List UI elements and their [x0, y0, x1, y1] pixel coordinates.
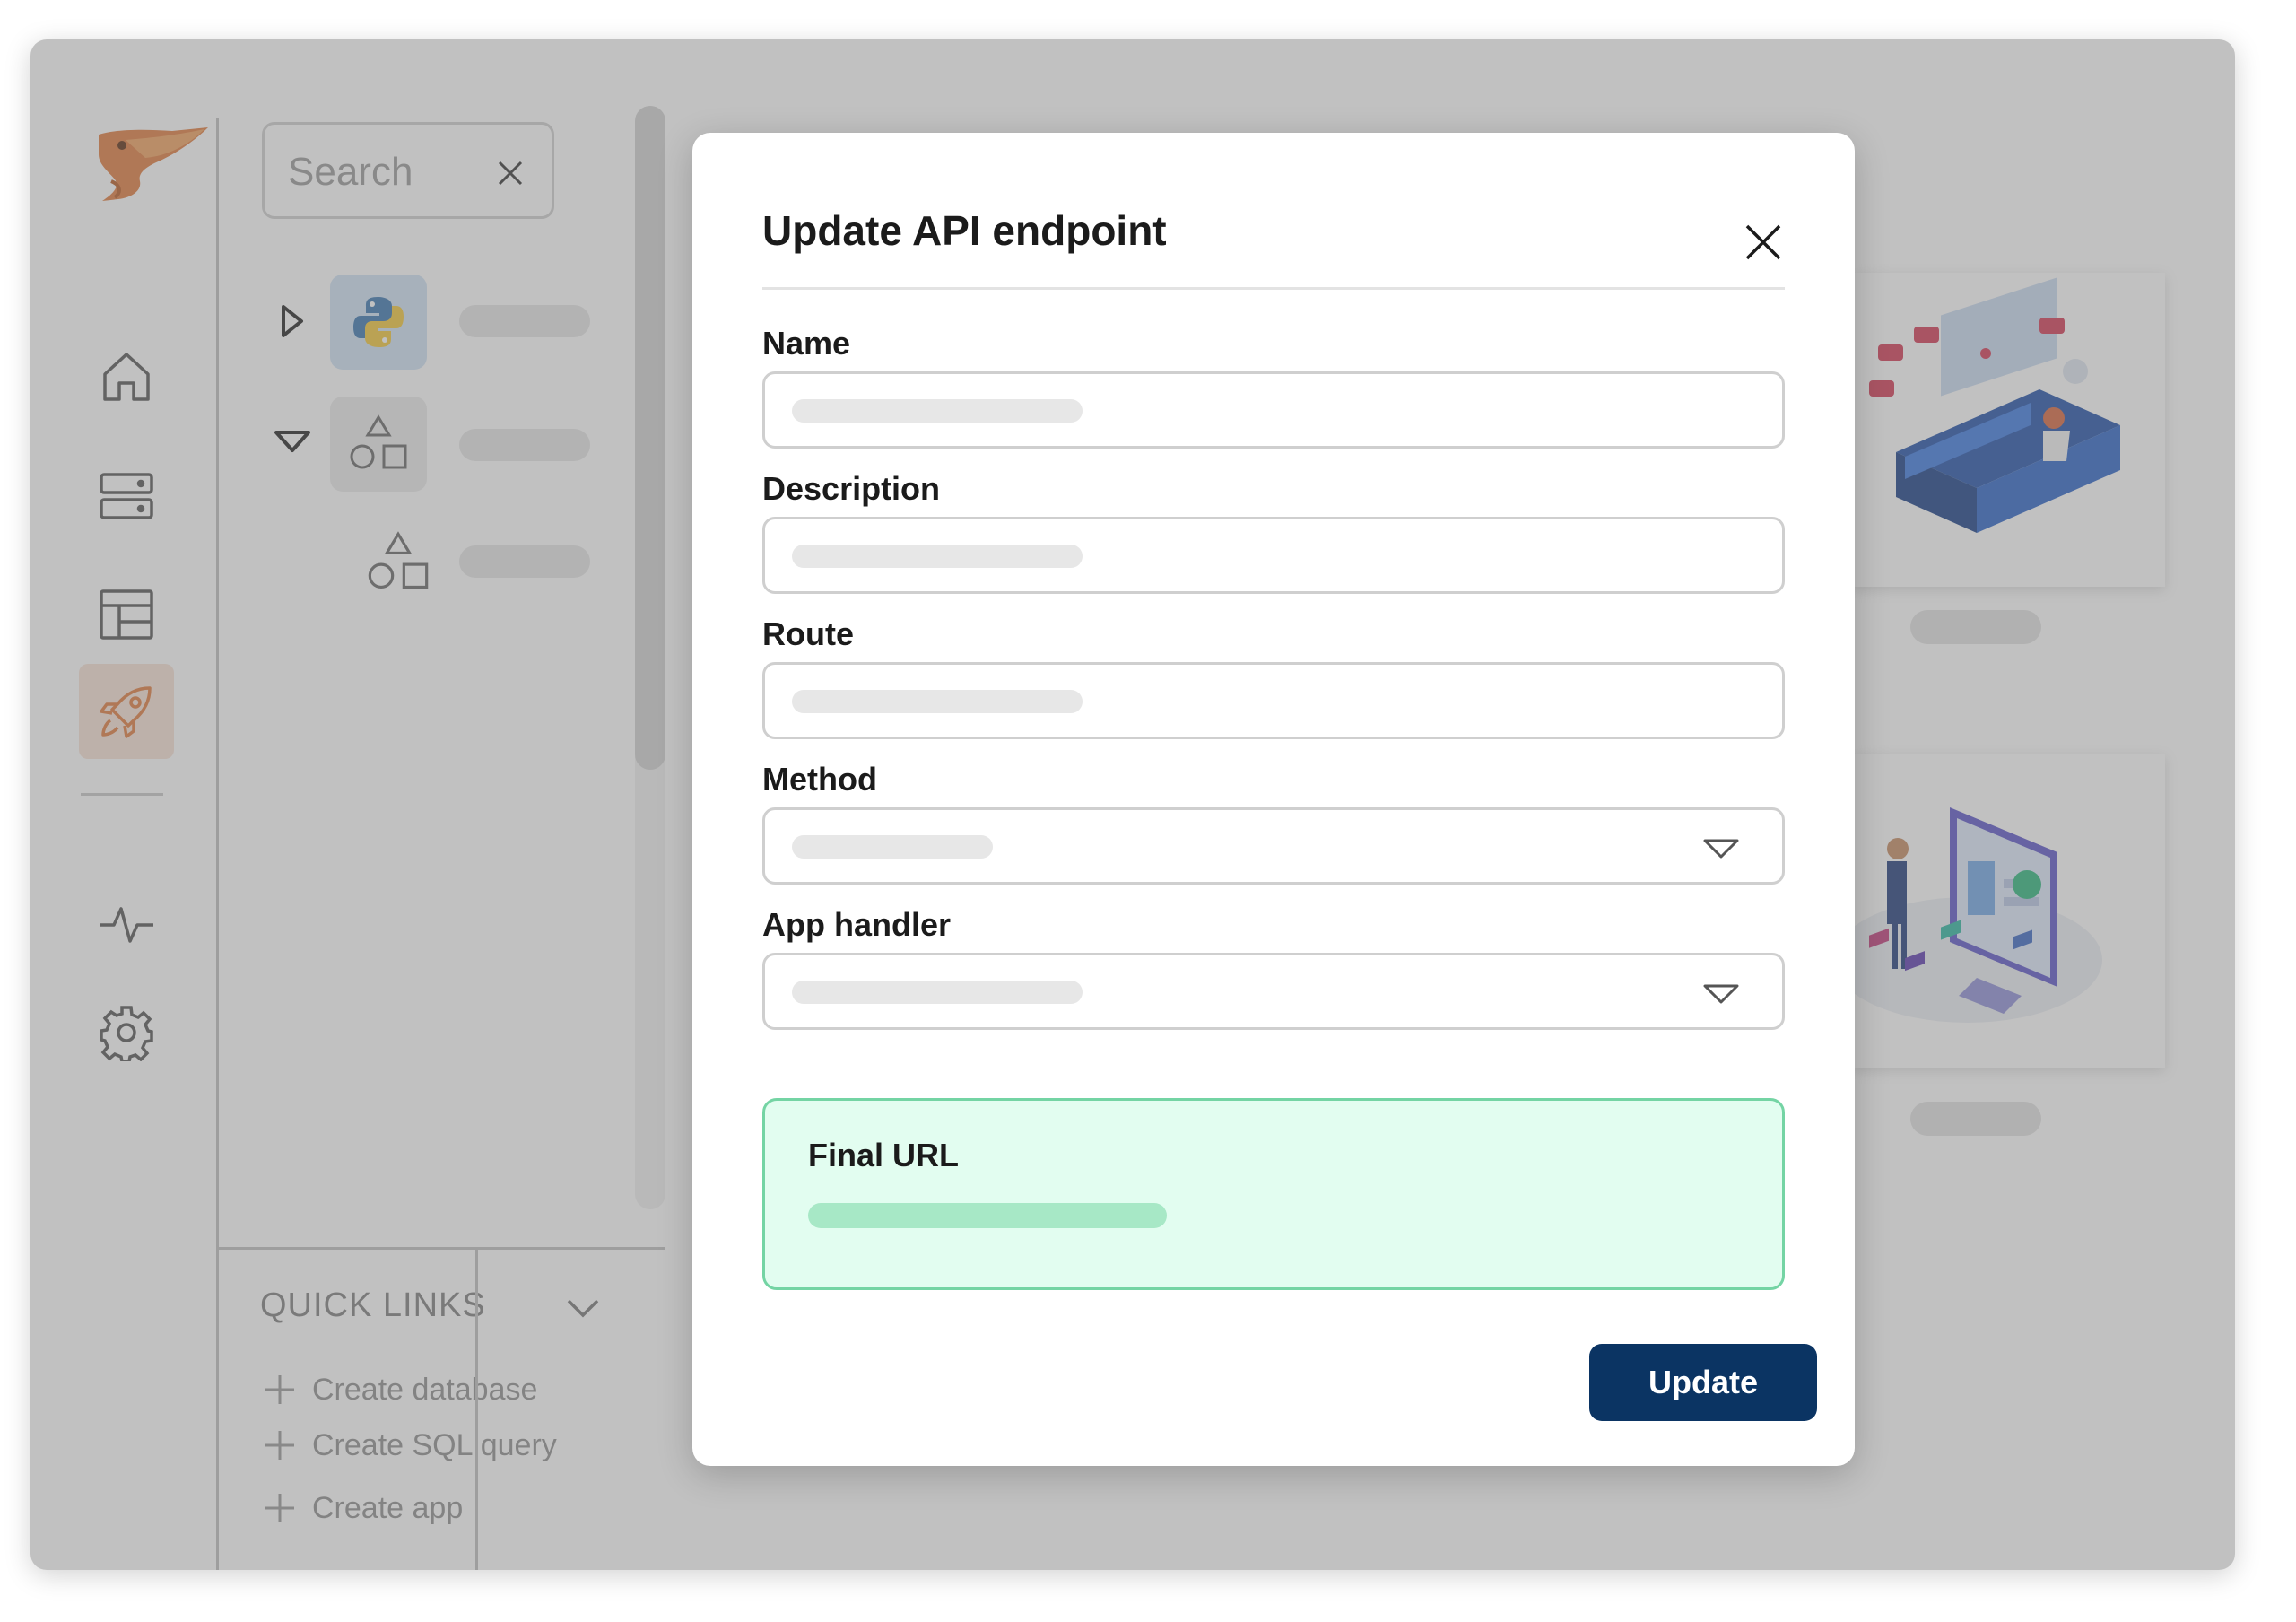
method-label: Method — [762, 761, 877, 798]
name-input[interactable] — [762, 371, 1785, 449]
name-value-placeholder — [792, 399, 1083, 423]
update-button[interactable]: Update — [1589, 1344, 1817, 1421]
route-value-placeholder — [792, 690, 1083, 713]
dropdown-caret-icon — [1703, 839, 1739, 859]
dropdown-caret-icon — [1703, 984, 1739, 1004]
app-handler-select[interactable] — [762, 953, 1785, 1030]
description-value-placeholder — [792, 545, 1083, 568]
route-input[interactable] — [762, 662, 1785, 739]
app-window: QUICK LINKS Create database Create SQL q… — [30, 39, 2235, 1570]
final-url-value-placeholder — [808, 1203, 1167, 1228]
description-label: Description — [762, 470, 941, 507]
dialog-title: Update API endpoint — [762, 207, 1167, 254]
name-label: Name — [762, 325, 851, 362]
route-label: Route — [762, 615, 854, 652]
app-handler-label: App handler — [762, 906, 952, 943]
close-icon[interactable] — [1742, 221, 1785, 264]
method-select[interactable] — [762, 807, 1785, 885]
dialog-divider — [762, 287, 1785, 290]
update-endpoint-dialog: Update API endpoint Name Description Rou… — [692, 133, 1855, 1466]
description-input[interactable] — [762, 517, 1785, 594]
final-url-panel: Final URL — [762, 1098, 1785, 1290]
final-url-label: Final URL — [808, 1137, 959, 1173]
method-value-placeholder — [792, 835, 993, 859]
app-handler-value-placeholder — [792, 981, 1083, 1004]
